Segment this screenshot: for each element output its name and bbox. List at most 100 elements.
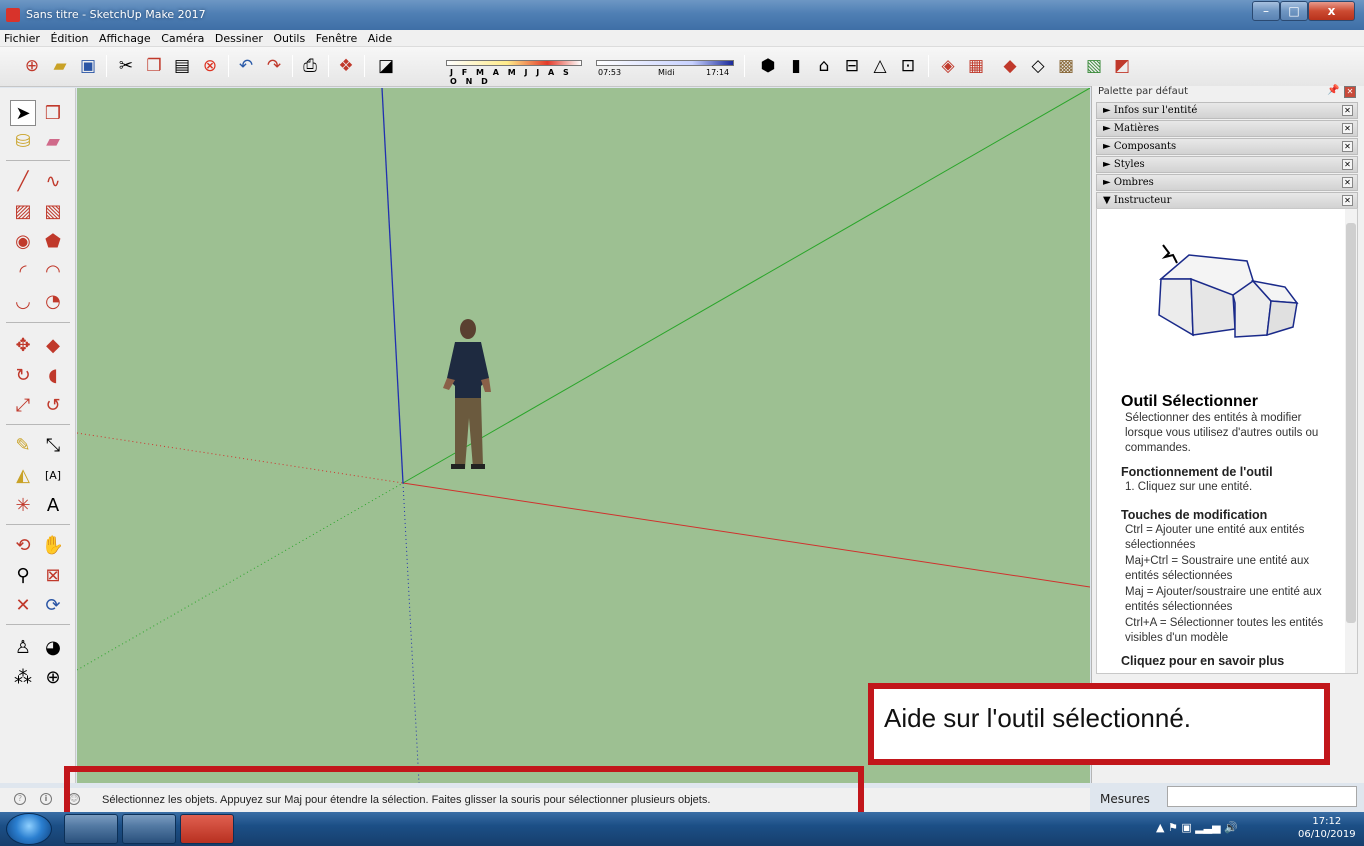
menu-affichage[interactable]: Affichage [95,30,154,45]
protractor-icon[interactable]: ◭ [10,462,36,488]
rectangle-icon[interactable]: ▨ [10,198,36,224]
menu-camera[interactable]: Caméra [157,30,207,45]
tray-styles[interactable]: ► Styles ✕ [1096,156,1358,173]
delete-icon[interactable]: ⊗ [198,54,222,78]
monochrome-icon[interactable]: ▧ [1082,54,1106,78]
cut-icon[interactable]: ✂ [114,54,138,78]
modeling-viewport[interactable] [77,88,1090,783]
pencil-line-icon[interactable]: ╱ [10,168,36,194]
two-point-arc-icon[interactable]: ◠ [40,258,66,284]
taskbar-explorer-button[interactable] [64,814,118,844]
right-view-icon[interactable]: ⊟ [840,54,864,78]
look-around-icon[interactable]: ◕ [40,634,66,660]
orbit-icon[interactable]: ⟲ [10,532,36,558]
tape-measure-icon[interactable]: ✎ [10,432,36,458]
tray-close-icon[interactable]: ✕ [1342,123,1353,134]
scale-icon[interactable]: ⤢ [10,392,36,418]
front-view-icon[interactable]: ⌂ [812,54,836,78]
offset-icon[interactable]: ↺ [40,392,66,418]
tray-instructor[interactable]: ▼ Instructeur ✕ [1096,192,1358,209]
tray-close-icon[interactable]: ✕ [1342,159,1353,170]
menu-fenetre[interactable]: Fenêtre [312,30,361,45]
print-icon[interactable]: ⎙ [298,54,322,78]
follow-me-icon[interactable]: ◖ [40,362,66,388]
shaded-textures-icon[interactable]: ▩ [1054,54,1078,78]
eraser-icon[interactable]: ▰ [40,128,66,154]
taskbar-sketchup-button[interactable] [180,814,234,844]
close-window-button[interactable]: x [1308,1,1355,21]
text-icon[interactable]: [A] [40,462,66,488]
tray-shadows[interactable]: ► Ombres ✕ [1096,174,1358,191]
left-view-icon[interactable]: ⊡ [896,54,920,78]
zoom-extents-icon[interactable]: ✕ [10,592,36,618]
push-pull-icon[interactable]: ◆ [40,332,66,358]
dimension-icon[interactable]: ⤡ [40,432,66,458]
tray-close-icon[interactable]: ✕ [1342,105,1353,116]
shadows-toggle-icon[interactable]: ◪ [374,54,398,78]
copy-icon[interactable]: ❐ [142,54,166,78]
walk-icon[interactable]: ⁂ [10,664,36,690]
shadow-date-slider[interactable]: J F M A M J J A S O N D [446,60,582,86]
pin-icon[interactable]: 📌 [1327,85,1339,96]
3d-text-icon[interactable]: A [40,492,66,518]
minimize-button[interactable]: – [1252,1,1280,21]
circle-icon[interactable]: ◉ [10,228,36,254]
previous-view-icon[interactable]: ⟳ [40,592,66,618]
three-point-arc-icon[interactable]: ◡ [10,288,36,314]
xray-icon[interactable]: ◈ [936,54,960,78]
tray-close-icon[interactable]: ✕ [1342,141,1353,152]
pan-icon[interactable]: ✋ [40,532,66,558]
taskbar-app-button[interactable] [122,814,176,844]
model-info-icon[interactable]: ❖ [334,54,358,78]
open-folder-icon[interactable]: ▰ [48,54,72,78]
menu-outils[interactable]: Outils [269,30,308,45]
move-icon[interactable]: ✥ [10,332,36,358]
section-plane-icon[interactable]: ⊕ [40,664,66,690]
measurements-input[interactable] [1167,786,1357,807]
new-file-icon[interactable]: ⊕ [20,54,44,78]
zoom-window-icon[interactable]: ⊠ [40,562,66,588]
tray-close-icon[interactable]: ✕ [1342,177,1353,188]
save-icon[interactable]: ▣ [76,54,100,78]
tray-components[interactable]: ► Composants ✕ [1096,138,1358,155]
tray-close-icon[interactable]: ✕ [1342,195,1353,206]
pie-icon[interactable]: ◔ [40,288,66,314]
menu-fichier[interactable]: Fichier [0,30,43,45]
axes-icon[interactable]: ✳ [10,492,36,518]
redo-icon[interactable]: ↷ [262,54,286,78]
make-component-icon[interactable]: ❒ [40,100,66,126]
geolocation-icon[interactable]: ? [14,793,26,805]
zoom-icon[interactable]: ⚲ [10,562,36,588]
maximize-button[interactable]: □ [1280,1,1308,21]
paint-bucket-icon[interactable]: ⛁ [10,128,36,154]
rotate-icon[interactable]: ↻ [10,362,36,388]
shaded-icon[interactable]: ◇ [1026,54,1050,78]
menu-dessiner[interactable]: Dessiner [211,30,266,45]
wireframe-icon[interactable]: ▦ [964,54,988,78]
tray-materials[interactable]: ► Matières ✕ [1096,120,1358,137]
arc-icon[interactable]: ◜ [10,258,36,284]
polygon-icon[interactable]: ⬟ [40,228,66,254]
clock[interactable]: 17:12 06/10/2019 [1298,815,1356,841]
shadow-time-slider[interactable]: 07:53 Midi 17:14 [596,60,734,80]
select-arrow-icon[interactable]: ➤ [10,100,36,126]
tray-entity-info[interactable]: ► Infos sur l'entité ✕ [1096,102,1358,119]
palette-close-icon[interactable]: ✕ [1344,86,1356,98]
credits-icon[interactable]: i [40,793,52,805]
hidden-line-icon[interactable]: ◆ [998,54,1022,78]
back-view-icon[interactable]: △ [868,54,892,78]
sandbox-icon[interactable]: ◩ [1110,54,1134,78]
system-tray-icons[interactable]: ▲ ⚑ ▣ ▂▃▅ 🔊 [1156,821,1238,834]
paste-icon[interactable]: ▤ [170,54,194,78]
freehand-icon[interactable]: ∿ [40,168,66,194]
instructor-learn-more-link[interactable]: Cliquez pour en savoir plus [1121,654,1284,668]
menu-edition[interactable]: Édition [46,30,91,45]
top-view-icon[interactable]: ▮ [784,54,808,78]
menu-aide[interactable]: Aide [364,30,395,45]
undo-icon[interactable]: ↶ [234,54,258,78]
instructor-scrollbar[interactable] [1345,209,1357,673]
start-button[interactable] [6,813,52,845]
rotated-rectangle-icon[interactable]: ▧ [40,198,66,224]
iso-view-icon[interactable]: ⬢ [756,54,780,78]
position-camera-icon[interactable]: ♙ [10,634,36,660]
